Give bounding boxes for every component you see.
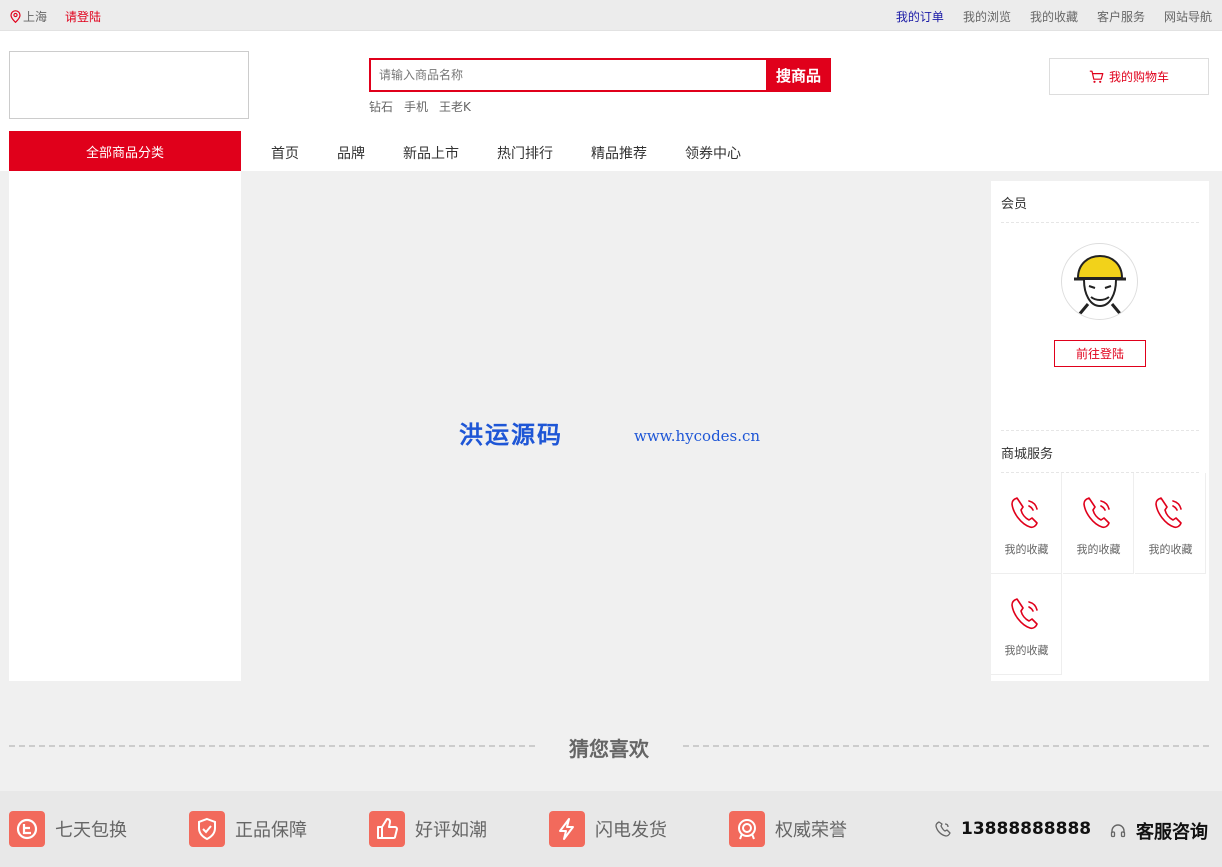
consult-label: 客服咨询 (1136, 822, 1208, 843)
phone-icon (935, 821, 951, 837)
guess-you-like-title: 猜您喜欢 (569, 737, 649, 761)
hot-word-link[interactable]: 钻石 (369, 98, 393, 115)
feature-label: 正品保障 (235, 820, 307, 841)
location-pin-icon (10, 10, 21, 23)
search-bar: 搜商品 (369, 58, 831, 92)
nav-brand[interactable]: 品牌 (337, 143, 365, 163)
service-label: 我的收藏 (1076, 543, 1121, 556)
my-history-link[interactable]: 我的浏览 (963, 8, 1011, 25)
service-item[interactable]: 我的收藏 (991, 574, 1062, 675)
divider (1001, 430, 1199, 431)
divider (1001, 222, 1199, 223)
feature-label: 闪电发货 (595, 820, 667, 841)
nav-home[interactable]: 首页 (271, 143, 299, 163)
customer-service-link[interactable]: 客户服务 (1097, 8, 1145, 25)
feature-label: 七天包换 (55, 820, 127, 841)
medal-icon (729, 811, 765, 847)
guess-you-like-header: 猜您喜欢 (9, 731, 1209, 761)
search-button[interactable]: 搜商品 (766, 58, 831, 92)
location[interactable]: 上海 (10, 8, 47, 25)
divider (9, 745, 535, 747)
headset-icon (1110, 824, 1126, 838)
watermark-url: www.hycodes.cn (634, 427, 761, 445)
customer-consult-button[interactable]: 客服咨询 (1110, 818, 1208, 844)
service-title: 商城服务 (1001, 447, 1054, 462)
cart-button[interactable]: 我的购物车 (1049, 58, 1209, 95)
hot-word-link[interactable]: 手机 (404, 98, 428, 115)
phone-call-icon (1155, 497, 1182, 529)
top-login-link[interactable]: 请登陆 (65, 8, 101, 25)
watermark-chinese: 洪运源码 (459, 420, 563, 449)
phone-call-icon (1011, 497, 1038, 529)
service-label: 我的收藏 (1148, 543, 1193, 556)
avatar-cartoon-icon (1074, 254, 1126, 317)
service-label: 我的收藏 (1004, 543, 1049, 556)
service-item[interactable]: 我的收藏 (1135, 473, 1206, 574)
header: 搜商品 钻石 手机 王老K 我的购物车 (0, 31, 1222, 131)
banner[interactable]: 洪运源码 www.hycodes.cn (241, 171, 981, 681)
phone-call-icon (1011, 598, 1038, 630)
member-sidebar: 会员 前往登陆 商城服务 我的收藏 我的收藏 我的收藏 我的收藏 (991, 181, 1209, 681)
my-orders-link[interactable]: 我的订单 (896, 8, 944, 25)
feature-item: 正品保障 (189, 811, 307, 847)
all-categories-button[interactable]: 全部商品分类 (9, 131, 241, 171)
hot-words: 钻石 手机 王老K (369, 98, 482, 115)
service-item[interactable]: 我的收藏 (1063, 473, 1134, 574)
main-nav: 全部商品分类 首页 品牌 新品上市 热门排行 精品推荐 领券中心 (0, 131, 1222, 171)
service-item[interactable]: 我的收藏 (991, 473, 1062, 574)
feature-label: 权威荣誉 (775, 820, 847, 841)
goto-login-button[interactable]: 前往登陆 (1054, 340, 1146, 367)
location-label: 上海 (23, 10, 48, 24)
nav-recommended[interactable]: 精品推荐 (591, 143, 647, 163)
feature-label: 好评如潮 (415, 820, 487, 841)
my-favorites-link[interactable]: 我的收藏 (1030, 8, 1078, 25)
feature-item: 好评如潮 (369, 811, 487, 847)
hotline[interactable]: 13888888888 (935, 819, 1091, 839)
feature-item: 闪电发货 (549, 811, 667, 847)
nav-new-arrivals[interactable]: 新品上市 (403, 143, 459, 163)
member-title: 会员 (1001, 197, 1028, 212)
feature-item: 七天包换 (9, 811, 127, 847)
thumbs-up-icon (369, 811, 405, 847)
lightning-icon (549, 811, 585, 847)
features-bar: 七天包换 正品保障 好评如潮 闪电发货 权威荣誉 13888888888 客服咨… (0, 791, 1222, 867)
search-input[interactable] (369, 58, 766, 92)
logo-placeholder[interactable] (9, 51, 249, 119)
seven-day-exchange-icon (9, 811, 45, 847)
site-nav-link[interactable]: 网站导航 (1164, 8, 1212, 25)
nav-coupon-center[interactable]: 领券中心 (685, 143, 741, 163)
hot-word-link[interactable]: 王老K (439, 98, 471, 115)
hotline-number: 13888888888 (961, 819, 1092, 839)
top-bar: 上海 请登陆 我的订单 我的浏览 我的收藏 客户服务 网站导航 (0, 0, 1222, 31)
phone-call-icon (1083, 497, 1110, 529)
cart-icon (1089, 70, 1104, 83)
nav-hot-ranking[interactable]: 热门排行 (497, 143, 553, 163)
divider (683, 745, 1209, 747)
feature-item: 权威荣誉 (729, 811, 847, 847)
avatar (1061, 243, 1138, 320)
category-panel (9, 171, 241, 681)
service-label: 我的收藏 (1004, 644, 1049, 657)
shield-check-icon (189, 811, 225, 847)
cart-label: 我的购物车 (1108, 70, 1169, 84)
